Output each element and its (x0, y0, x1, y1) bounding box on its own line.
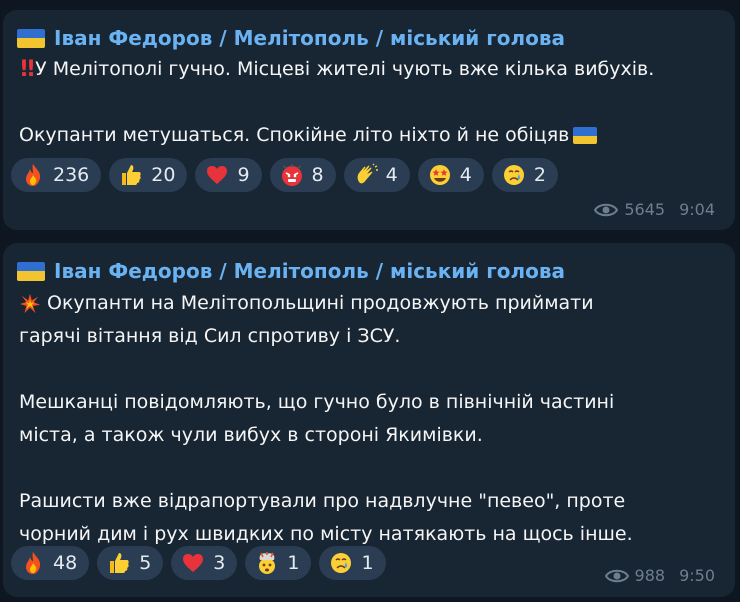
view-count: 988 (634, 566, 666, 585)
reactions-bar: 236 20 9 8 4 4 2 (11, 158, 558, 192)
text-line: !! У Мелітополі гучно. Місцеві жителі чу… (19, 53, 654, 86)
text-line: Рашисти вже відрапортували про надвлучне… (19, 490, 626, 512)
thumbs-up-icon (110, 553, 129, 573)
reaction-thumbs-up[interactable]: 20 (109, 158, 188, 192)
angry-face-icon (281, 164, 302, 186)
thumbs-up-icon (122, 165, 141, 185)
reaction-count: 1 (361, 552, 374, 574)
message-header: Іван Федоров / Мелітополь / міський голо… (17, 256, 565, 286)
reaction-angry[interactable]: 8 (269, 158, 336, 192)
text-line: Окупанти на Мелітопольщині продовжують п… (19, 287, 633, 320)
channel-feed: Іван Федоров / Мелітополь / міський голо… (0, 0, 740, 602)
reaction-fire[interactable]: 236 (11, 158, 102, 192)
ukraine-flag-icon (17, 261, 45, 281)
reaction-count: 4 (459, 164, 472, 186)
text-line (19, 452, 633, 485)
message-text: Окупанти на Мелітопольщині продовжують п… (19, 287, 633, 551)
reaction-count: 20 (151, 164, 176, 186)
reaction-fire[interactable]: 48 (11, 546, 90, 580)
channel-author-name[interactable]: Іван Федоров / Мелітополь / міський голо… (54, 259, 565, 283)
reaction-count: 236 (53, 164, 90, 186)
ukraine-flag-icon (17, 28, 45, 48)
eye-icon (594, 203, 619, 216)
reaction-count: 9 (237, 164, 250, 186)
reaction-count: 3 (213, 552, 226, 574)
message-time: 9:50 (679, 566, 715, 585)
reaction-thumbs-up[interactable]: 5 (97, 546, 164, 580)
reaction-cry[interactable]: 2 (491, 158, 558, 192)
text-line (19, 353, 633, 386)
message-bubble[interactable]: Іван Федоров / Мелітополь / міський голо… (3, 243, 735, 597)
message-time: 9:04 (679, 200, 715, 219)
clapping-hands-icon (357, 163, 378, 184)
text-line-content: Окупанти метушаться. Спокійне літо ніхто… (19, 124, 570, 146)
crying-face-icon (503, 165, 524, 185)
reaction-count: 48 (53, 552, 78, 574)
text-line-content: Окупанти на Мелітопольщині продовжують п… (47, 292, 594, 314)
text-line: гарячі вітання від Сил спротиву і ЗСУ. (19, 325, 401, 347)
text-line-content: У Мелітополі гучно. Місцеві жителі чують… (35, 58, 655, 80)
message-text: !! У Мелітополі гучно. Місцеві жителі чу… (19, 53, 654, 152)
message-meta: 5645 9:04 (594, 200, 715, 219)
red-heart-icon (207, 166, 228, 184)
reaction-count: 1 (287, 552, 300, 574)
collision-icon (19, 293, 41, 313)
reaction-count: 5 (139, 552, 152, 574)
reaction-count: 2 (533, 164, 546, 186)
double-exclamation-icon: !! (19, 57, 36, 82)
reaction-heart[interactable]: 9 (195, 158, 262, 192)
reaction-star-struck[interactable]: 4 (417, 158, 484, 192)
red-heart-icon (183, 554, 204, 572)
reaction-count: 8 (311, 164, 324, 186)
fire-icon (26, 552, 41, 574)
ukraine-flag-icon (573, 127, 598, 144)
star-struck-icon (429, 165, 450, 185)
text-line: Окупанти метушаться. Спокійне літо ніхто… (19, 119, 654, 152)
reaction-cry[interactable]: 1 (319, 546, 386, 580)
fire-icon (26, 164, 41, 186)
view-count: 5645 (624, 200, 666, 219)
eye-icon (604, 569, 629, 582)
reaction-exploding-head[interactable]: 1 (245, 546, 312, 580)
channel-author-name[interactable]: Іван Федоров / Мелітополь / міський голо… (54, 26, 565, 50)
text-line: міста, а також чули вибух в стороні Яким… (19, 424, 483, 446)
message-bubble[interactable]: Іван Федоров / Мелітополь / міський голо… (3, 10, 735, 230)
message-meta: 988 9:50 (604, 566, 715, 585)
reaction-heart[interactable]: 3 (171, 546, 238, 580)
message-header: Іван Федоров / Мелітополь / міський голо… (17, 23, 565, 53)
reaction-count: 4 (385, 164, 398, 186)
reactions-bar: 48 5 3 1 1 (11, 546, 386, 580)
reaction-clap[interactable]: 4 (343, 158, 410, 192)
text-line (19, 86, 654, 119)
exploding-head-icon (259, 552, 276, 574)
crying-face-icon (331, 553, 352, 573)
text-line: Мешканці повідомляють, що гучно було в п… (19, 391, 615, 413)
